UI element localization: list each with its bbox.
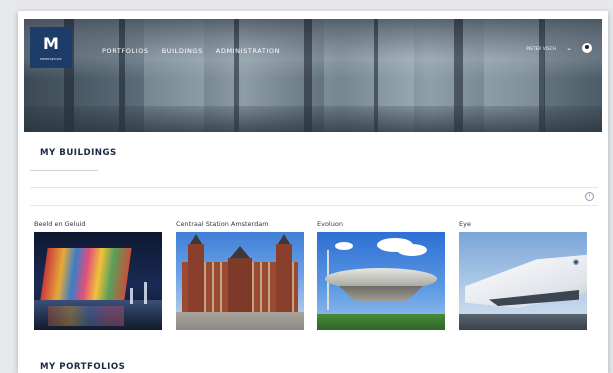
building-card-centraal-station[interactable]: Centraal Station Amsterdam (176, 220, 304, 330)
logo[interactable]: M MEERSPOOR (30, 27, 72, 68)
building-card-eye[interactable]: Eye ◉ (459, 220, 587, 330)
username[interactable]: PIETER VISCH (526, 46, 556, 51)
building-image[interactable] (317, 232, 445, 330)
nav-buildings[interactable]: BUILDINGS (162, 47, 203, 55)
building-image[interactable] (34, 232, 162, 330)
building-name[interactable]: Evoluon (317, 220, 445, 232)
building-card-evoluon[interactable]: Evoluon (317, 220, 445, 330)
info-icon[interactable]: i (585, 192, 594, 201)
header-banner: M MEERSPOOR PORTFOLIOS BUILDINGS ADMINIS… (24, 19, 602, 132)
title-underline (30, 170, 98, 171)
logo-mark: M (43, 34, 59, 53)
logo-subtext: MEERSPOOR (40, 57, 62, 61)
nav-portfolios[interactable]: PORTFOLIOS (102, 47, 149, 55)
chevron-down-icon[interactable]: ⌄ (566, 44, 572, 52)
building-name[interactable]: Centraal Station Amsterdam (176, 220, 304, 232)
user-menu[interactable]: PIETER VISCH ⌄ (526, 43, 592, 53)
my-buildings-title: MY BUILDINGS (40, 148, 117, 158)
building-image[interactable] (176, 232, 304, 330)
buildings-toolbar: i (30, 187, 598, 206)
main-nav: PORTFOLIOS BUILDINGS ADMINISTRATION (102, 47, 280, 55)
my-portfolios-title: MY PORTFOLIOS (40, 362, 126, 372)
main-card: M MEERSPOOR PORTFOLIOS BUILDINGS ADMINIS… (18, 11, 608, 373)
building-name[interactable]: Eye (459, 220, 587, 232)
user-avatar-icon[interactable] (582, 43, 592, 53)
eye-sign-icon: ◉ (572, 258, 579, 266)
building-image[interactable]: ◉ (459, 232, 587, 330)
building-name[interactable]: Beeld en Geluid (34, 220, 162, 232)
nav-administration[interactable]: ADMINISTRATION (216, 47, 280, 55)
building-card-beeld-en-geluid[interactable]: Beeld en Geluid (34, 220, 162, 330)
